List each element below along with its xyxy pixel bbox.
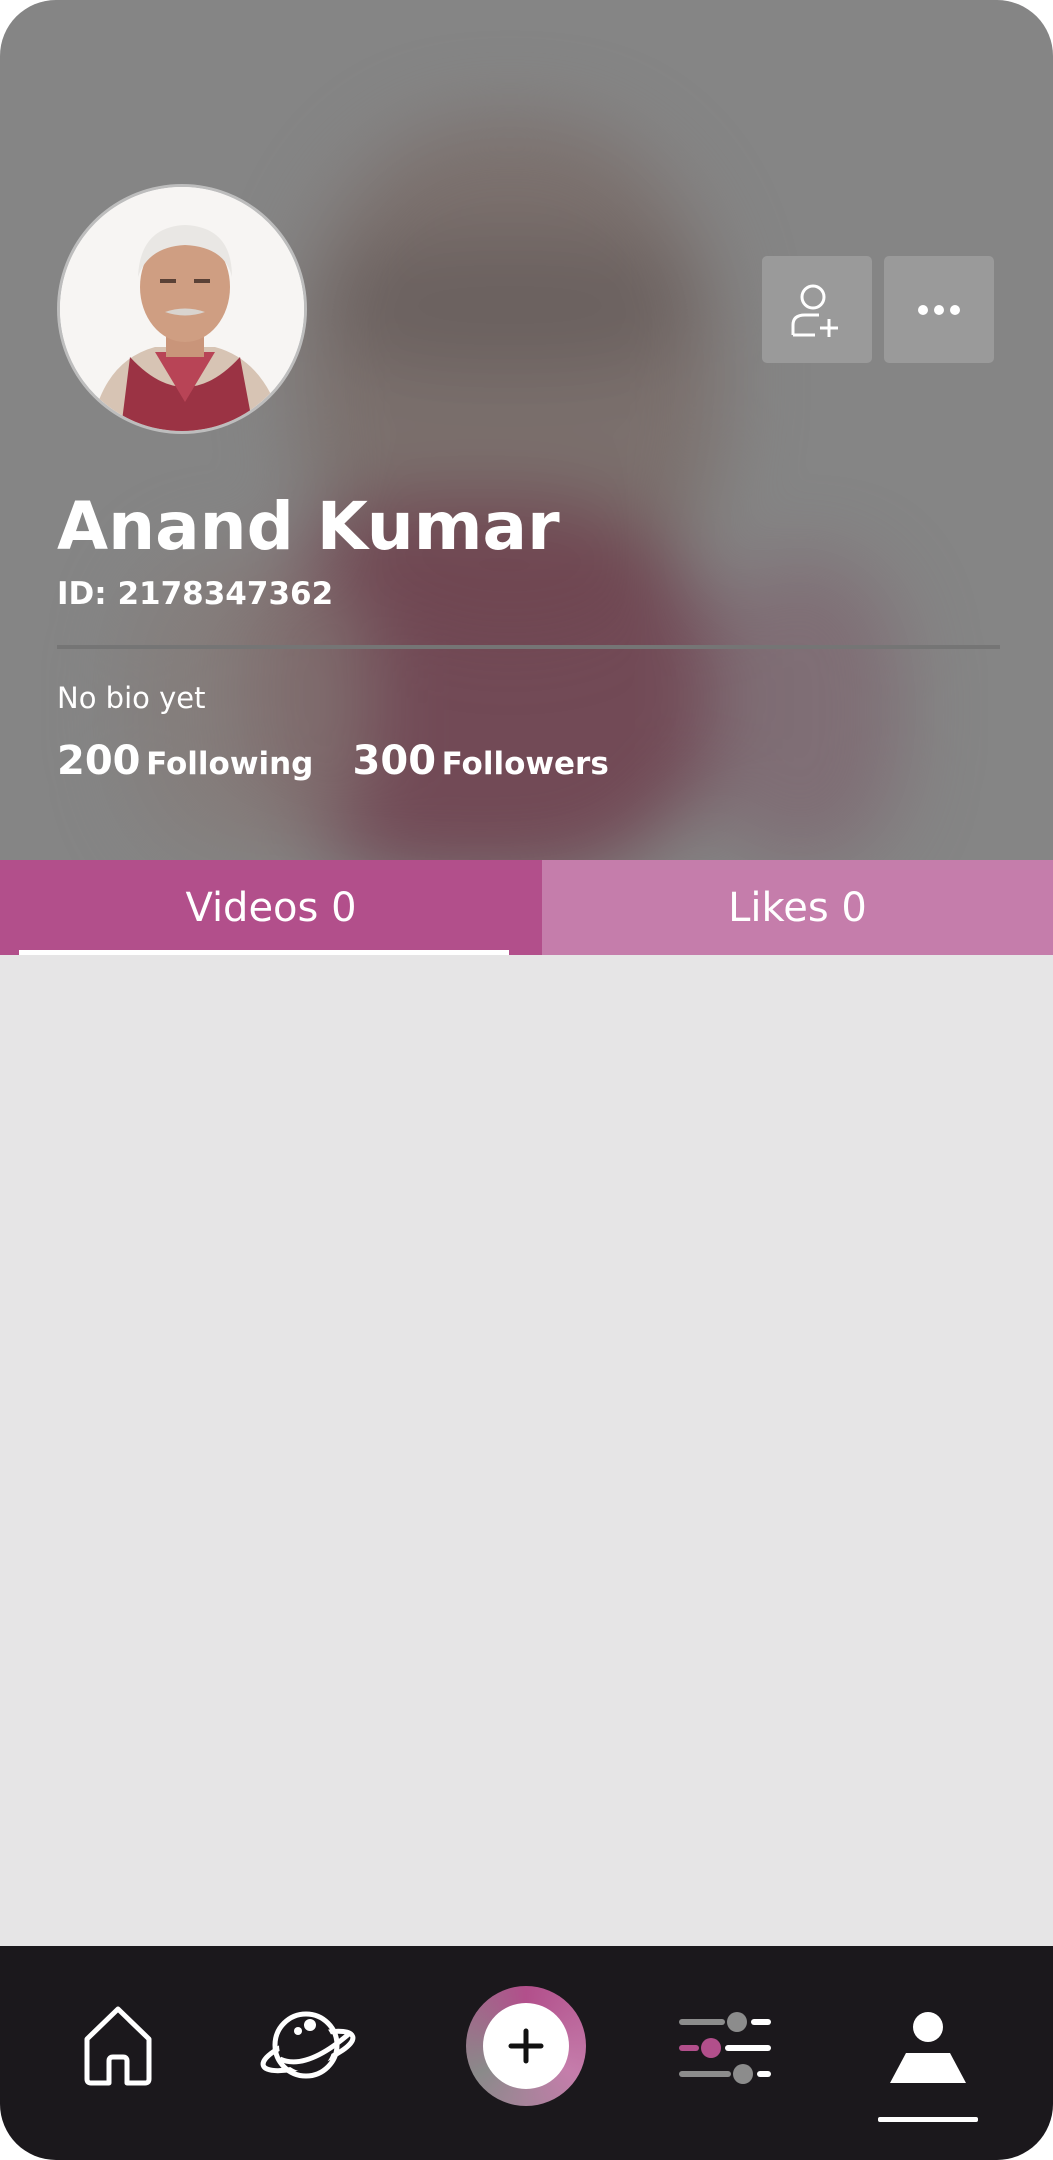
followers-label: Followers (441, 746, 609, 782)
planet-icon (260, 2011, 355, 2079)
profile-header: Anand Kumar ID: 2178347362 No bio yet 20… (0, 0, 1053, 860)
following-label: Following (146, 746, 314, 782)
profile-id: ID: 2178347362 (57, 576, 334, 612)
tab-videos[interactable]: Videos 0 (0, 860, 542, 955)
active-nav-indicator (878, 2117, 978, 2122)
profile-screen: Anand Kumar ID: 2178347362 No bio yet 20… (0, 0, 1053, 2160)
more-button[interactable] (884, 256, 994, 363)
nav-home[interactable] (78, 2001, 158, 2091)
tab-videos-label: Videos 0 (185, 884, 357, 931)
tab-likes[interactable]: Likes 0 (542, 860, 1053, 955)
follow-button[interactable] (762, 256, 872, 363)
create-button[interactable] (466, 1986, 586, 2106)
following-stat[interactable]: 200 Following (57, 738, 319, 784)
profile-stats: 200 Following 300 Followers (57, 738, 609, 784)
home-icon (84, 2006, 152, 2086)
avatar-photo (60, 187, 304, 431)
following-count: 200 (57, 738, 141, 784)
active-tab-indicator (19, 950, 509, 955)
tab-likes-label: Likes 0 (728, 884, 867, 931)
nav-profile[interactable] (885, 2006, 970, 2096)
followers-count: 300 (352, 738, 437, 784)
add-user-icon (791, 284, 838, 337)
plus-icon (508, 2028, 544, 2064)
more-icon (918, 304, 960, 315)
divider (57, 645, 1000, 649)
sliders-icon (679, 2012, 771, 2084)
followers-stat[interactable]: 300 Followers (353, 738, 609, 784)
profile-name: Anand Kumar (57, 488, 560, 565)
profile-tabs: Videos 0 Likes 0 (0, 860, 1053, 955)
profile-bio: No bio yet (57, 681, 206, 715)
nav-filters[interactable] (678, 2008, 773, 2088)
nav-explore[interactable] (255, 2001, 360, 2091)
avatar[interactable] (57, 184, 307, 434)
bottom-nav (0, 1946, 1053, 2160)
profile-icon (889, 2012, 966, 2083)
